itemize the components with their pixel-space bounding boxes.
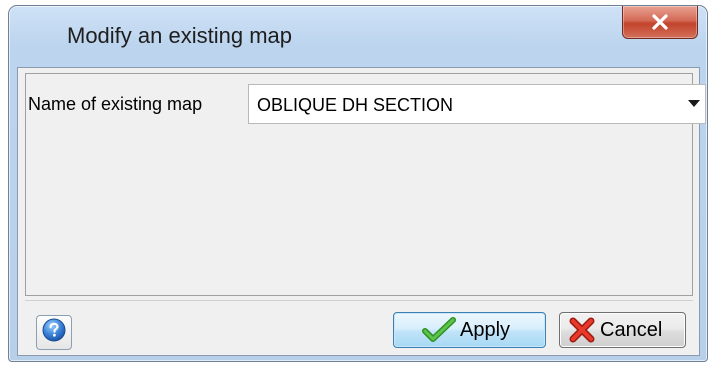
divider	[25, 300, 693, 301]
help-button[interactable]	[36, 315, 72, 350]
apply-label: Apply	[460, 318, 511, 341]
cancel-button[interactable]: Cancel	[559, 312, 686, 348]
map-name-dropdown[interactable]: OBLIQUE DH SECTION	[248, 84, 706, 124]
map-name-value: OBLIQUE DH SECTION	[257, 95, 454, 115]
dialog-content: Name of existing map OBLIQUE DH SECTION	[17, 67, 706, 356]
map-name-label: Name of existing map	[28, 94, 203, 114]
close-button[interactable]	[622, 6, 698, 39]
form-panel: Name of existing map OBLIQUE DH SECTION	[25, 73, 706, 296]
dialog-window: Modify an existing map Name of existing …	[8, 5, 708, 362]
title-bar[interactable]: Modify an existing map	[9, 6, 707, 66]
checkmark-icon	[422, 317, 456, 343]
help-icon	[42, 318, 66, 347]
close-icon	[651, 14, 669, 30]
chevron-down-icon[interactable]	[688, 100, 700, 107]
window-title: Modify an existing map	[67, 23, 292, 48]
cancel-label: Cancel	[600, 318, 663, 341]
apply-button[interactable]: Apply	[393, 312, 546, 348]
x-icon	[568, 317, 596, 343]
